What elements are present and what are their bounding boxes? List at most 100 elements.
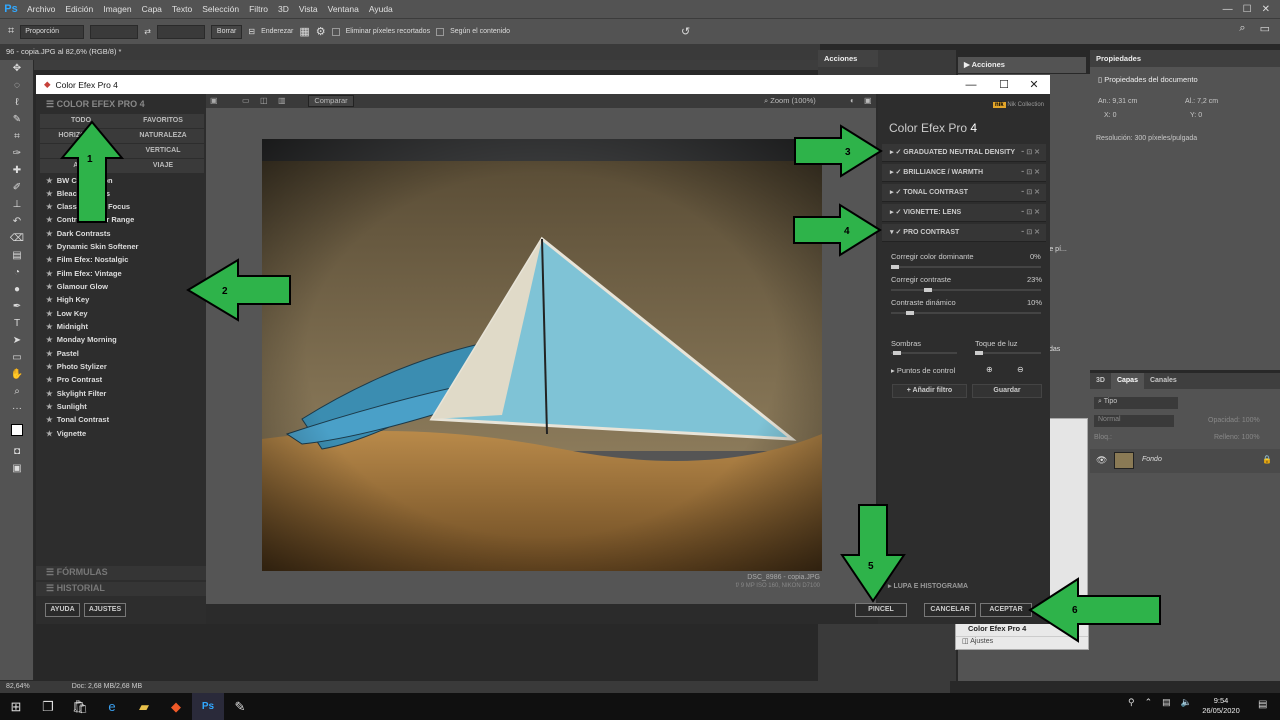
star-icon[interactable]: ★ — [46, 429, 53, 438]
tab-channels[interactable]: Canales — [1144, 373, 1183, 389]
category-travel[interactable]: VIAJE — [122, 159, 204, 173]
filter-stack-row[interactable]: ▸ ✓ BRILLIANCE / WARMTH ⁃ ⊡ ✕ — [882, 164, 1046, 182]
x-value[interactable]: 0 — [1113, 112, 1117, 119]
slider-knob[interactable] — [924, 288, 932, 292]
actions-item[interactable]: ▶ Acciones — [958, 57, 1086, 73]
compare-button[interactable]: Comparar — [308, 95, 354, 107]
network-icon[interactable]: ▤ — [1162, 697, 1171, 708]
panel-toggle-icon[interactable]: ▣ — [210, 96, 218, 105]
star-icon[interactable]: ★ — [46, 415, 53, 424]
folder-icon[interactable]: ▰ — [128, 693, 160, 720]
filter-item[interactable]: ★ Glamour Glow — [40, 280, 200, 293]
edge-icon[interactable]: e — [96, 693, 128, 720]
slider-value[interactable]: 0% — [1030, 252, 1041, 261]
nik-taskbar-icon[interactable]: ✎ — [224, 693, 256, 720]
panel-toggle-right-icon[interactable]: ▣ — [864, 96, 872, 105]
category-favorites[interactable]: FAVORITOS — [122, 114, 204, 128]
maximize-icon[interactable]: ☐ — [1243, 4, 1252, 15]
undo-icon[interactable]: ↺ — [681, 25, 690, 38]
menu-ventana[interactable]: Ventana — [323, 4, 364, 14]
layer-name[interactable]: Fondo — [1142, 456, 1162, 463]
star-icon[interactable]: ★ — [46, 362, 53, 371]
people-icon[interactable]: ⚲ — [1128, 697, 1135, 708]
minimize-icon[interactable]: — — [956, 75, 986, 94]
accept-button[interactable]: ACEPTAR — [980, 603, 1032, 617]
rectangle-tool-icon[interactable]: ▭ — [0, 349, 34, 366]
menu-ayuda[interactable]: Ayuda — [364, 4, 398, 14]
star-icon[interactable]: ★ — [46, 375, 53, 384]
filter-item[interactable]: ★ Film Efex: Vintage — [40, 267, 200, 280]
healing-icon[interactable]: ✚ — [0, 162, 34, 179]
close-icon[interactable]: ✕ — [1262, 4, 1270, 15]
row-controls-icon[interactable]: ⁃ ⊡ ✕ — [1021, 164, 1040, 182]
filter-item[interactable]: ★ Vignette — [40, 427, 200, 440]
filter-item[interactable]: ★ Pastel — [40, 347, 200, 360]
filter-item[interactable]: ★ Dynamic Skin Softener — [40, 240, 200, 253]
star-icon[interactable]: ★ — [46, 202, 53, 211]
menu-archivo[interactable]: Archivo — [22, 4, 60, 14]
quick-select-icon[interactable]: ✎ — [0, 111, 34, 128]
chevron-up-icon[interactable]: ⌃ — [1145, 697, 1153, 708]
clear-button[interactable]: Borrar — [210, 24, 243, 39]
filter-stack-row-active[interactable]: ▾ ✓ PRO CONTRAST ⁃ ⊡ ✕ — [882, 224, 1046, 242]
notifications-icon[interactable]: ▤ — [1258, 699, 1267, 710]
help-button[interactable]: AYUDA — [45, 603, 80, 617]
layer-kind-filter[interactable]: ⌕ Tipo — [1094, 397, 1178, 409]
swap-icon[interactable]: ⇄ — [144, 27, 151, 36]
single-view-icon[interactable]: ▭ — [242, 96, 250, 105]
zoom-tool-icon[interactable]: ⌕ — [0, 383, 34, 400]
windows-start-icon[interactable]: ⊞ — [0, 693, 32, 720]
properties-tab[interactable]: Propiedades — [1090, 50, 1280, 67]
al-value[interactable]: 7,2 cm — [1197, 98, 1218, 105]
brave-icon[interactable]: ◆ — [160, 693, 192, 720]
delete-pixels-checkbox[interactable] — [331, 27, 340, 36]
filter-item[interactable]: ★ Midnight — [40, 320, 200, 333]
slider-track[interactable] — [891, 289, 1041, 291]
star-icon[interactable]: ★ — [46, 349, 53, 358]
category-vertical[interactable]: VERTICAL — [122, 144, 204, 158]
path-select-icon[interactable]: ➤ — [0, 332, 34, 349]
slider-knob[interactable] — [891, 265, 899, 269]
gear-icon[interactable]: ⚙ — [316, 25, 326, 38]
tab-layers[interactable]: Capas — [1110, 373, 1144, 389]
filter-item[interactable]: ★ Skylight Filter — [40, 387, 200, 400]
tab-3d[interactable]: 3D — [1090, 373, 1111, 389]
star-icon[interactable]: ★ — [46, 176, 53, 185]
shadows-knob[interactable] — [893, 351, 901, 355]
crop-tool-icon[interactable]: ⌗ — [8, 25, 14, 38]
filter-item[interactable]: ★ Photo Stylizer — [40, 360, 200, 373]
type-tool-icon[interactable]: T — [0, 315, 34, 332]
search-icon[interactable]: ⌕ — [1239, 22, 1245, 35]
filter-item[interactable]: ★ Tonal Contrast — [40, 413, 200, 426]
marquee-tool-icon[interactable]: ◌ — [0, 77, 34, 94]
menu-texto[interactable]: Texto — [167, 4, 197, 14]
star-icon[interactable]: ★ — [46, 255, 53, 264]
filter-item[interactable]: ★ Film Efex: Nostalgic — [40, 253, 200, 266]
category-nature[interactable]: NATURALEZA — [122, 129, 204, 143]
store-icon[interactable]: 🛍 — [64, 693, 96, 720]
loupe-section[interactable]: ▸ LUPA E HISTOGRAMA — [882, 580, 1046, 594]
filter-item[interactable]: ★ Dark Contrasts — [40, 227, 200, 240]
star-icon[interactable]: ★ — [46, 189, 53, 198]
row-controls-icon[interactable]: ⁃ ⊡ ✕ — [1021, 144, 1040, 162]
highlights-knob[interactable] — [975, 351, 983, 355]
actions-tab[interactable]: Acciones — [818, 50, 878, 67]
star-icon[interactable]: ★ — [46, 215, 53, 224]
slider-knob[interactable] — [906, 311, 914, 315]
menu-edicion[interactable]: Edición — [60, 4, 98, 14]
menu-seleccion[interactable]: Selección — [197, 4, 244, 14]
grid-overlay-icon[interactable]: ▦ — [299, 25, 309, 38]
more-tools-icon[interactable]: ··· — [0, 400, 34, 417]
filter-item[interactable]: ★ Sunlight — [40, 400, 200, 413]
star-icon[interactable]: ★ — [46, 229, 53, 238]
document-tab[interactable]: 96 - copia.JPG al 82,6% (RGB/8) * — [0, 44, 820, 60]
control-points-label[interactable]: ▸ Puntos de control — [891, 366, 955, 375]
cancel-button[interactable]: CANCELAR — [924, 603, 976, 617]
row-controls-icon[interactable]: ⁃ ⊡ ✕ — [1021, 204, 1040, 222]
dodge-tool-icon[interactable]: ● — [0, 281, 34, 298]
preview-photo[interactable] — [262, 139, 822, 571]
straighten-icon[interactable]: ⊟ — [248, 27, 255, 36]
star-icon[interactable]: ★ — [46, 322, 53, 331]
brush-tool-icon[interactable]: ✐ — [0, 179, 34, 196]
menu-vista[interactable]: Vista — [294, 4, 323, 14]
